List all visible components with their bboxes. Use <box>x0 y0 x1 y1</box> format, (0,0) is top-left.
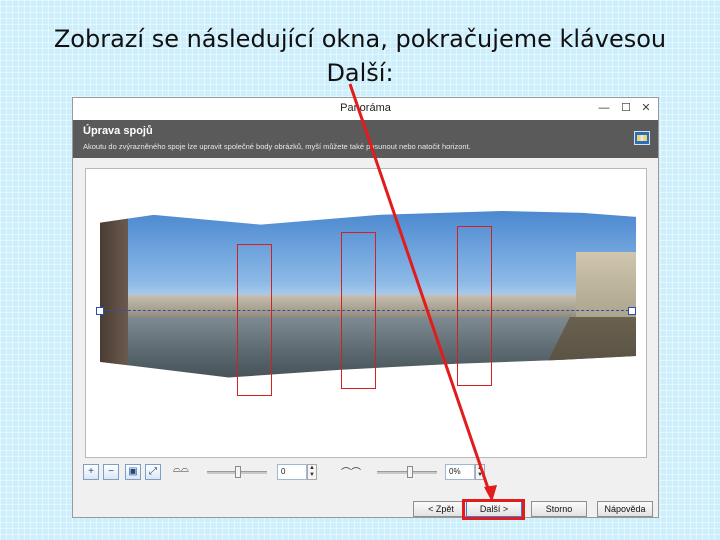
horizon-line[interactable] <box>98 310 634 311</box>
header-description: Akoutu do zvýrazněného spoje lze upravit… <box>83 142 471 151</box>
stretch-input[interactable]: 0 <box>277 464 307 480</box>
horizon-handle-right[interactable] <box>628 307 636 315</box>
stretch-slider-thumb[interactable] <box>235 466 241 478</box>
window-title: Panoráma <box>340 102 391 114</box>
zoom-in-icon[interactable]: + <box>83 464 99 480</box>
left-building <box>100 210 128 378</box>
slide-title: Zobrazí se následující okna, pokračujeme… <box>40 22 680 90</box>
back-button[interactable]: < Zpět <box>413 501 469 517</box>
horizon-handle-left[interactable] <box>96 307 104 315</box>
minimize-button[interactable]: — <box>594 100 614 116</box>
seam-marker-3[interactable] <box>457 226 492 386</box>
zoom-out-icon[interactable]: − <box>103 464 119 480</box>
panorama-canvas[interactable] <box>85 168 647 458</box>
rotation-input[interactable]: 0% <box>445 464 475 480</box>
window-titlebar: Panoráma — ☐ ✕ <box>73 98 658 121</box>
stretch-slider[interactable] <box>207 466 267 478</box>
slide-title-line1: Zobrazí se následující okna, pokračujeme… <box>53 25 667 53</box>
seam-marker-1[interactable] <box>237 244 272 396</box>
cancel-button[interactable]: Storno <box>531 501 587 517</box>
panorama-icon <box>634 131 650 145</box>
slide-title-line2: Další: <box>326 59 394 87</box>
close-button[interactable]: ✕ <box>636 100 656 116</box>
actual-size-icon[interactable]: ▣ <box>125 464 141 480</box>
maximize-button[interactable]: ☐ <box>616 100 636 116</box>
view-toolbar: + − ▣ ⤢ ⌓⌓ 0 ▲ ▼ ⌒⌒ 0% ▲ ▼ <box>83 464 648 486</box>
stretch-spinner[interactable]: ▲ ▼ <box>307 464 317 480</box>
stretch-icon: ⌓⌓ <box>173 464 189 475</box>
help-button[interactable]: Nápověda <box>597 501 653 517</box>
right-buildings <box>576 252 636 327</box>
rotation-slider-thumb[interactable] <box>407 466 413 478</box>
header-heading: Úprava spojů <box>83 125 153 137</box>
rotation-slider[interactable] <box>377 466 437 478</box>
rotation-spinner[interactable]: ▲ ▼ <box>475 464 485 480</box>
fit-window-icon[interactable]: ⤢ <box>145 464 161 480</box>
wizard-header: Úprava spojů Akoutu do zvýrazněného spoj… <box>73 120 658 158</box>
panorama-window: Panoráma — ☐ ✕ Úprava spojů Akoutu do zv… <box>72 97 659 518</box>
rotate-icon: ⌒⌒ <box>341 468 361 479</box>
next-button-highlight <box>462 499 525 520</box>
